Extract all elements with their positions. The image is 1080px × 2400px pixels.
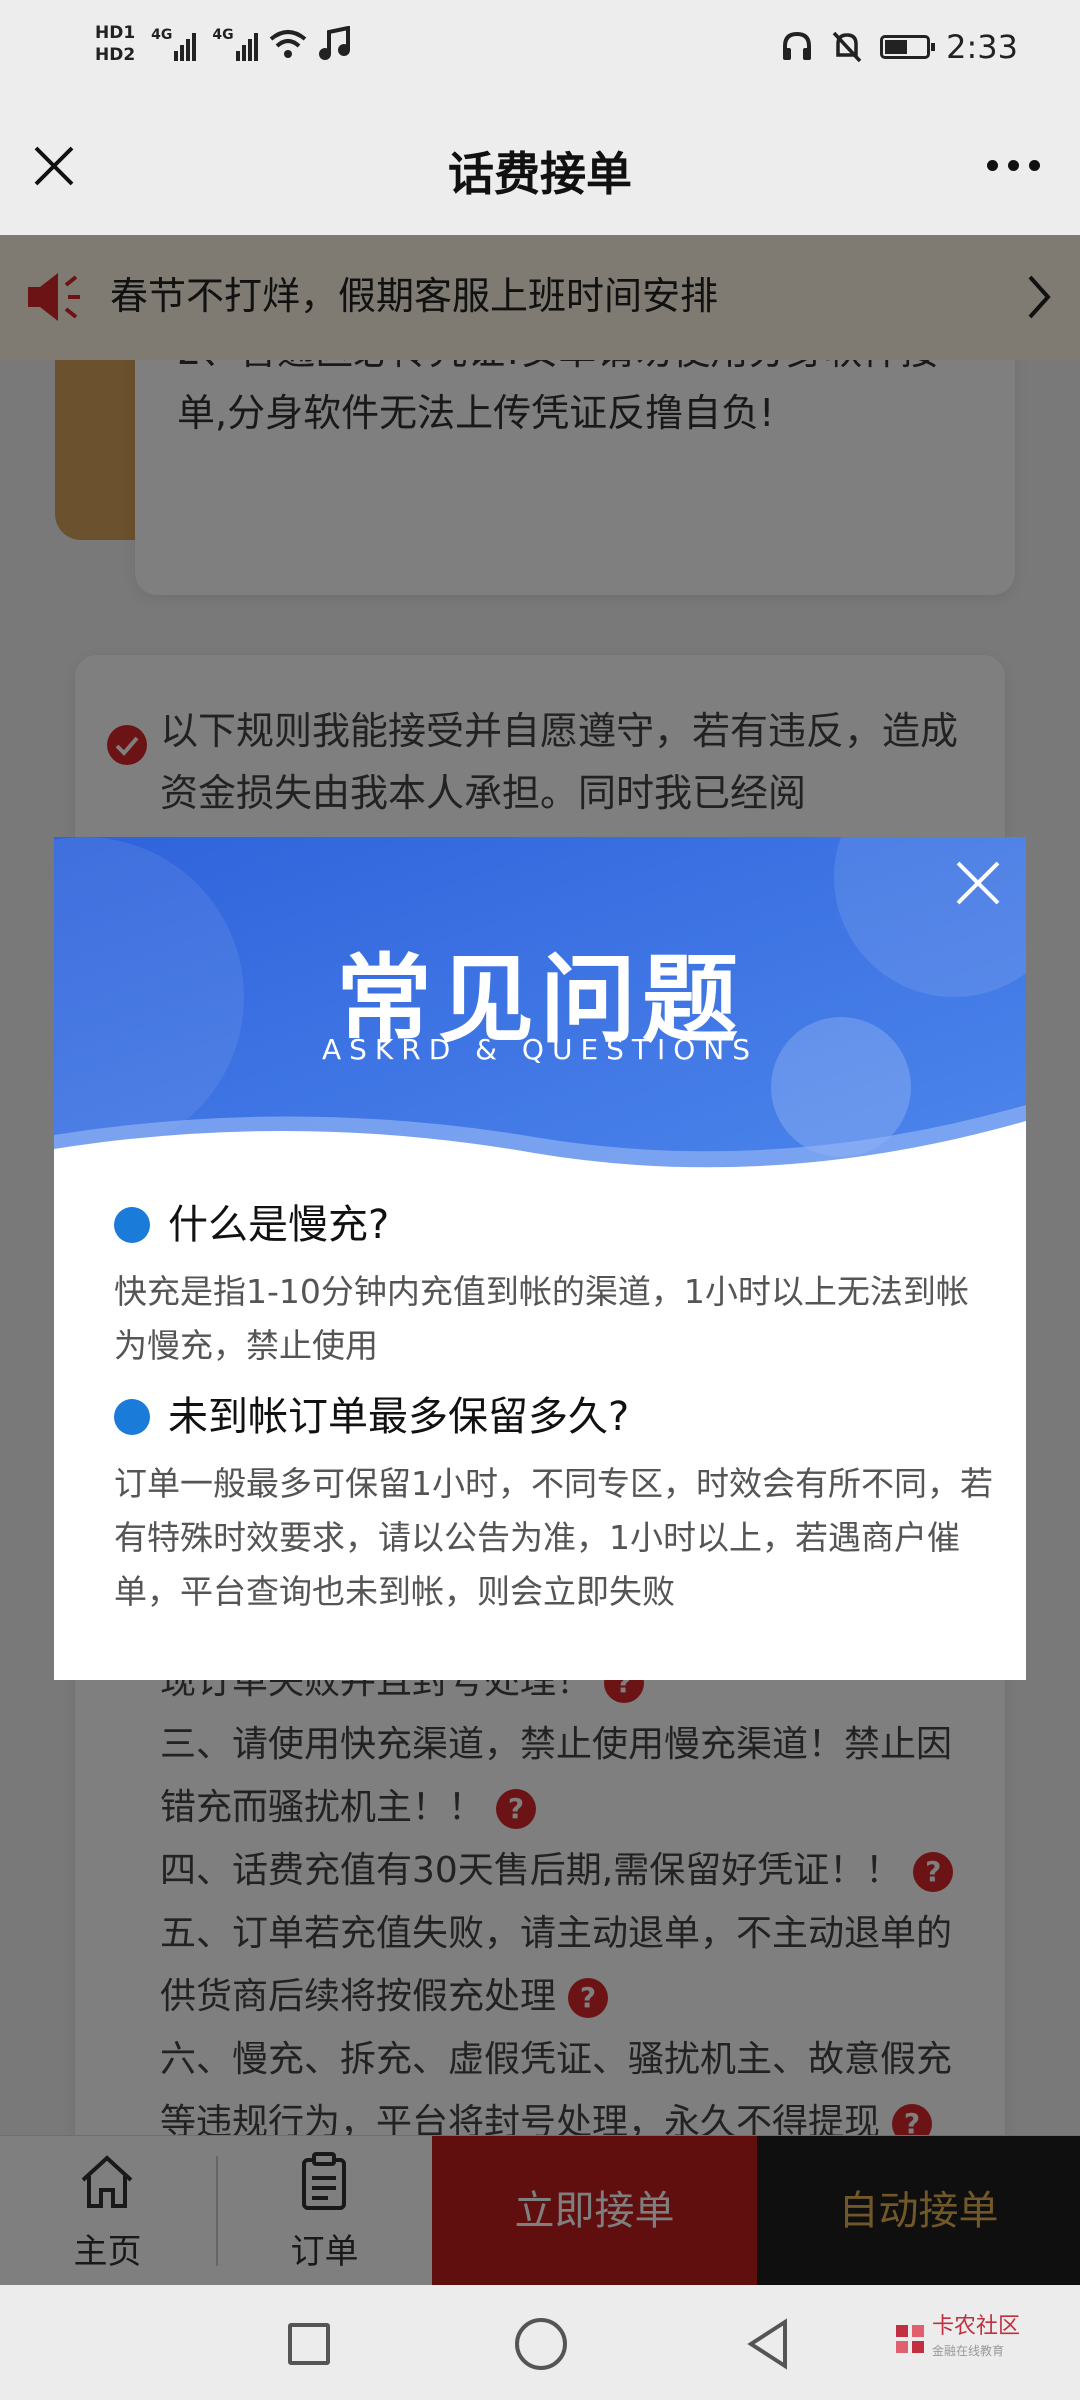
headset-icon: [783, 31, 812, 60]
system-nav-bar: 卡农社区 金融在线教育: [0, 2285, 1080, 2400]
status-right-icons: 2:33: [780, 28, 1018, 66]
home-button-icon[interactable]: [515, 2318, 567, 2370]
recent-apps-icon[interactable]: [288, 2323, 330, 2365]
faq-modal: 常见问题 ASKRD & QUESTIONS 什么是慢充? 快充是指1-10分钟…: [54, 837, 1026, 1680]
status-bar: HD1 HD2 4G 4G 2:33: [0, 0, 1080, 110]
watermark-text: 卡农社区 金融在线教育: [931, 2314, 1020, 2359]
sim1-label: HD1: [95, 23, 136, 43]
faq-item: 未到帐订单最多保留多久? 订单一般最多可保留1小时，不同专区，时效会有所不同，若…: [114, 1391, 994, 1619]
battery-icon: [880, 35, 936, 59]
bullet-dot-icon: [114, 1207, 150, 1243]
music-icon: [318, 26, 350, 60]
faq-item: 什么是慢充? 快充是指1-10分钟内充值到帐的渠道，1小时以上无法到帐为慢充，禁…: [114, 1199, 994, 1373]
title-bar: 话费接单: [0, 110, 1080, 235]
watermark-logo-icon: [895, 2325, 924, 2353]
faq-answer: 订单一般最多可保留1小时，不同专区，时效会有所不同，若有特殊时效要求，请以公告为…: [114, 1464, 993, 1611]
net2-label: 4G: [212, 27, 234, 43]
signal-1-icon: 4G: [151, 27, 197, 61]
page-title: 话费接单: [448, 147, 632, 201]
status-left-icons: HD1 HD2 4G 4G: [95, 22, 352, 66]
net1-label: 4G: [151, 27, 173, 43]
bullet-dot-icon: [114, 1399, 150, 1435]
wifi-icon: [269, 30, 306, 58]
faq-question: 未到帐订单最多保留多久?: [114, 1391, 994, 1443]
signal-2-icon: 4G: [212, 27, 258, 61]
watermark: 卡农社区 金融在线教育: [894, 2315, 1020, 2363]
mute-bell-icon: [832, 31, 862, 63]
faq-answer: 快充是指1-10分钟内充值到帐的渠道，1小时以上无法到帐为慢充，禁止使用: [114, 1272, 969, 1365]
more-options-icon[interactable]: [987, 160, 1040, 171]
modal-subtitle: ASKRD & QUESTIONS: [321, 1033, 759, 1066]
faq-question: 什么是慢充?: [114, 1199, 994, 1251]
back-icon[interactable]: [745, 2318, 791, 2370]
sim2-label: HD2: [95, 45, 136, 65]
sim-indicators: HD1 HD2: [95, 22, 135, 66]
modal-close-icon[interactable]: [950, 855, 1006, 911]
status-time: 2:33: [946, 28, 1018, 66]
